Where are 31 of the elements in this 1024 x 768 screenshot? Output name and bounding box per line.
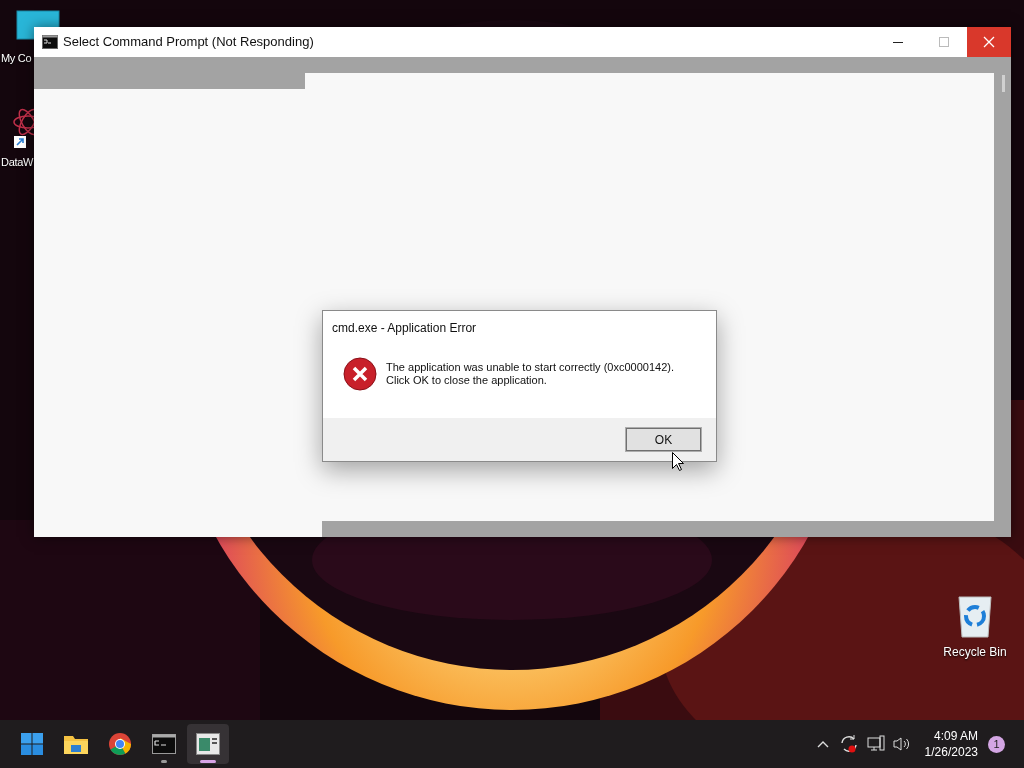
minimize-icon (893, 41, 903, 43)
notification-count[interactable]: 1 (988, 735, 1005, 753)
chevron-up-icon[interactable] (816, 740, 829, 748)
clock-time: 4:09 AM (933, 728, 978, 744)
sync-icon[interactable] (838, 734, 859, 754)
desktop-icon-label[interactable]: Recycle Bin (943, 643, 1007, 661)
terminal-icon (42, 35, 58, 49)
taskbar-app-button[interactable] (187, 724, 229, 764)
running-indicator (161, 760, 167, 763)
desktop-icon-label[interactable]: My Co (1, 50, 32, 67)
windows-logo-icon (20, 732, 44, 756)
maximize-icon (939, 37, 949, 47)
dialog-title: cmd.exe - Application Error (332, 320, 478, 337)
scrollbar-thumb (1002, 75, 1005, 92)
volume-icon[interactable] (892, 736, 911, 752)
folder-icon (63, 733, 89, 755)
running-indicator (200, 760, 216, 763)
terminal-icon (152, 734, 176, 754)
clock[interactable]: 4:09 AM 1/26/2023 (924, 728, 978, 760)
browser-icon (108, 732, 132, 756)
close-icon (983, 36, 995, 48)
error-icon (343, 357, 377, 391)
recycle-bin-icon (956, 594, 994, 638)
error-message: Click OK to close the application. (386, 374, 548, 387)
clock-date: 1/26/2023 (924, 744, 978, 760)
window-title: Select Command Prompt (Not Responding) (63, 33, 314, 52)
error-message: The application was unable to start correctly (0xc0000142). (386, 361, 674, 374)
network-icon[interactable] (866, 735, 885, 753)
ok-button[interactable]: OK (626, 428, 701, 451)
desktop-icon-label[interactable]: DataW (1, 154, 34, 171)
window-icon (196, 733, 220, 755)
